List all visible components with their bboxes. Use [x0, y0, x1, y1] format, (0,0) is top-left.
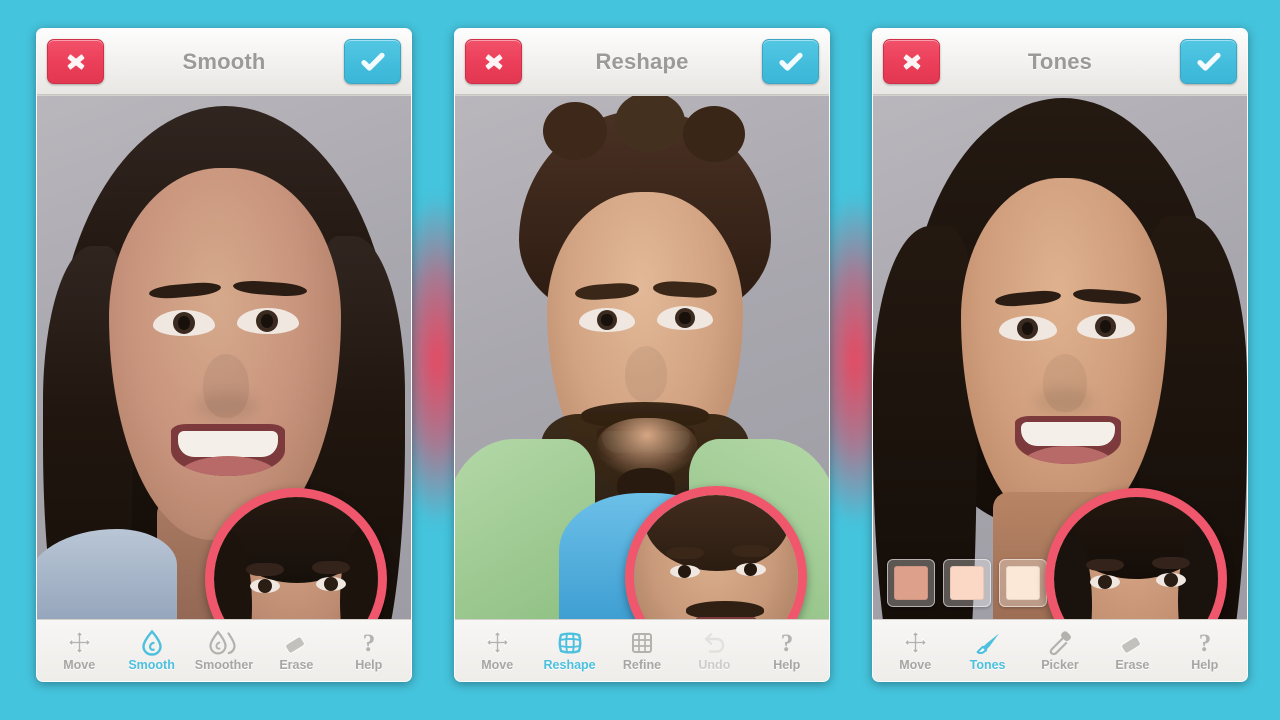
tone-swatch-1[interactable]	[887, 559, 935, 607]
checkmark-icon	[1196, 52, 1221, 71]
tool-label: Refine	[622, 657, 662, 672]
photo-canvas[interactable]	[37, 95, 411, 619]
page-title: Tones	[1027, 48, 1093, 74]
titlebar: Reshape	[455, 29, 829, 95]
tone-swatch-2[interactable]	[943, 559, 991, 607]
tool-smoother[interactable]: Smoother	[191, 629, 257, 672]
question-mark-icon: ?	[1195, 630, 1215, 656]
tool-label: Undo	[698, 657, 731, 672]
eraser-icon	[1119, 630, 1145, 656]
close-x-icon	[903, 53, 920, 70]
magnifier-preview	[214, 497, 378, 619]
checkmark-icon	[360, 52, 385, 71]
tool-label: Erase	[279, 657, 314, 672]
cancel-button[interactable]	[883, 39, 940, 84]
tool-move[interactable]: Move	[464, 630, 530, 672]
close-x-icon	[67, 53, 84, 70]
photo-canvas[interactable]	[455, 95, 829, 619]
bottom-toolbar: Move Tones Picker Erase ? Help	[873, 619, 1247, 681]
tool-label: Erase	[1115, 657, 1150, 672]
tool-erase[interactable]: Erase	[263, 630, 329, 672]
tool-reshape[interactable]: Reshape	[537, 630, 603, 672]
tool-label: Move	[899, 657, 932, 672]
confirm-button[interactable]	[344, 39, 401, 84]
cancel-button[interactable]	[47, 39, 104, 84]
tone-swatch-row	[887, 559, 1047, 607]
undo-icon	[701, 630, 727, 656]
tool-help[interactable]: ? Help	[336, 630, 402, 672]
double-droplet-icon	[209, 629, 239, 656]
tone-swatch-3[interactable]	[999, 559, 1047, 607]
close-x-icon	[485, 53, 502, 70]
question-mark-icon: ?	[359, 630, 379, 656]
cancel-button[interactable]	[465, 39, 522, 84]
tool-help[interactable]: ? Help	[1172, 630, 1238, 672]
tool-label: Help	[355, 657, 383, 672]
tool-move[interactable]: Move	[882, 630, 948, 672]
app-screenshot: Smooth Move Smooth Smoother Erase ? Help…	[0, 0, 1280, 720]
tool-refine[interactable]: Refine	[609, 630, 675, 672]
bottom-toolbar: Move Smooth Smoother Erase ? Help	[37, 619, 411, 681]
tool-label: Help	[1191, 657, 1219, 672]
tool-label: Picker	[1041, 657, 1079, 672]
confirm-button[interactable]	[762, 39, 819, 84]
tool-smooth[interactable]: Smooth	[119, 629, 185, 672]
magnifier-preview	[1054, 497, 1218, 619]
svg-text:?: ?	[1199, 630, 1212, 656]
swatch-color-chip	[1006, 566, 1040, 600]
page-title: Reshape	[595, 48, 689, 74]
svg-text:?: ?	[363, 630, 376, 656]
titlebar: Tones	[873, 29, 1247, 95]
panel-tones: Tones Move Tones Picker Erase ? Help	[872, 28, 1248, 682]
question-mark-icon: ?	[777, 630, 797, 656]
tool-undo[interactable]: Undo	[681, 630, 747, 672]
titlebar: Smooth	[37, 29, 411, 95]
tool-tones[interactable]: Tones	[955, 630, 1021, 672]
tool-label: Move	[481, 657, 514, 672]
tool-erase[interactable]: Erase	[1099, 630, 1165, 672]
photo-canvas[interactable]	[873, 95, 1247, 619]
swatch-color-chip	[950, 566, 984, 600]
tool-picker[interactable]: Picker	[1027, 630, 1093, 672]
tool-help[interactable]: ? Help	[754, 630, 820, 672]
confirm-button[interactable]	[1180, 39, 1237, 84]
droplet-icon	[141, 629, 163, 656]
svg-text:?: ?	[781, 630, 794, 656]
panel-smooth: Smooth Move Smooth Smoother Erase ? Help	[36, 28, 412, 682]
tool-label: Tones	[969, 657, 1006, 672]
eraser-icon	[283, 630, 309, 656]
move-arrows-icon	[67, 630, 92, 656]
swatch-color-chip	[894, 566, 928, 600]
move-arrows-icon	[903, 630, 928, 656]
before-after-magnifier[interactable]	[1045, 488, 1227, 619]
magnifier-preview	[634, 495, 798, 619]
tool-label: Smoother	[194, 657, 254, 672]
tool-label: Move	[63, 657, 96, 672]
eyedropper-icon	[1046, 630, 1074, 656]
bottom-toolbar: Move Reshape Refine Undo ? Help	[455, 619, 829, 681]
checkmark-icon	[778, 52, 803, 71]
before-after-magnifier[interactable]	[205, 488, 387, 619]
tool-label: Reshape	[543, 657, 596, 672]
panel-reshape: Reshape Move Reshape Refine Undo ? Help	[454, 28, 830, 682]
page-title: Smooth	[182, 48, 266, 74]
warp-grid-icon	[557, 630, 583, 656]
tool-move[interactable]: Move	[46, 630, 112, 672]
move-arrows-icon	[485, 630, 510, 656]
fine-grid-icon	[630, 630, 654, 656]
brush-icon	[974, 630, 1002, 656]
tool-label: Help	[773, 657, 801, 672]
tool-label: Smooth	[128, 657, 175, 672]
before-after-magnifier[interactable]	[625, 486, 807, 619]
